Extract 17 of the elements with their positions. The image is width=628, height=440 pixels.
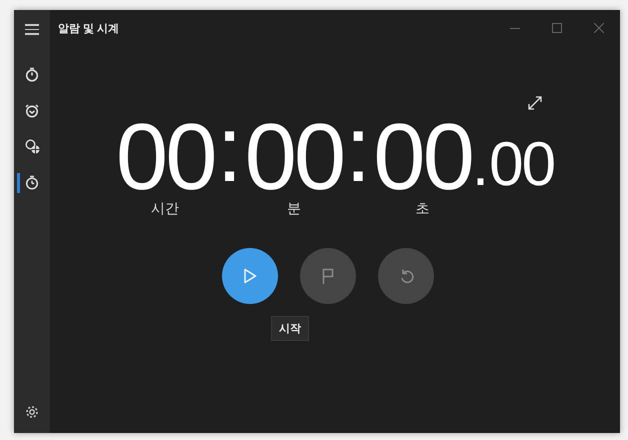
close-icon bbox=[594, 23, 604, 33]
time-separator: : bbox=[345, 102, 372, 203]
time-separator: : bbox=[216, 102, 243, 203]
hundredths-digits: 00 bbox=[489, 134, 554, 201]
stopwatch-icon bbox=[25, 175, 39, 190]
alarm-clock-icon bbox=[25, 104, 39, 118]
time-separator: . bbox=[472, 134, 490, 201]
play-icon bbox=[243, 268, 257, 284]
timer-icon bbox=[25, 67, 39, 82]
reset-icon bbox=[398, 268, 414, 284]
maximize-icon bbox=[552, 23, 562, 33]
tooltip: 시작 bbox=[271, 316, 309, 341]
settings-icon[interactable] bbox=[25, 405, 39, 419]
expand-icon[interactable] bbox=[528, 96, 542, 110]
flag-icon bbox=[322, 268, 334, 284]
window-title: 알람 및 시계 bbox=[58, 22, 120, 36]
world-clock-icon bbox=[24, 139, 40, 154]
